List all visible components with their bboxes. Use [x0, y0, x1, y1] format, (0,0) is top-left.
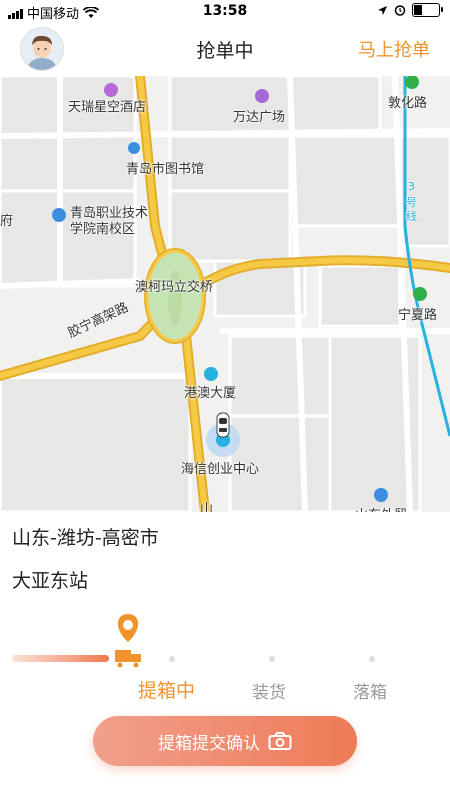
map-canvas — [0, 76, 450, 512]
map-label: 宁夏路 — [398, 308, 438, 323]
location-pin-icon — [117, 614, 139, 642]
progress-dot — [369, 656, 375, 662]
map-label: 府 — [0, 214, 14, 229]
alarm-icon — [394, 5, 406, 16]
grab-order-button[interactable]: 马上抢单 — [358, 36, 430, 62]
school-poi-icon — [52, 208, 66, 222]
nav-bar: 抢单中 马上抢单 — [0, 22, 450, 76]
location-arrow-icon — [378, 5, 387, 15]
library-poi-icon — [128, 142, 140, 154]
map-label: 山 — [200, 502, 214, 512]
mall-poi-icon — [255, 89, 269, 103]
building-poi-icon — [204, 367, 218, 381]
step-drop: 落箱 — [353, 683, 387, 703]
order-progress: 提箱中 装货 落箱 — [0, 610, 450, 703]
map-label: 万达广场 — [233, 110, 286, 125]
map-label: 3 — [408, 180, 415, 193]
metro-station-icon-2 — [413, 287, 427, 301]
battery-icon — [412, 3, 443, 17]
map-label: 线 — [406, 210, 417, 223]
step-loading: 装货 — [252, 683, 286, 703]
map-label: 山东外贸 — [355, 504, 407, 512]
map-label: 海信创业中心 — [181, 462, 260, 477]
truck-icon — [115, 650, 141, 668]
map-label: 青岛市图书馆 — [126, 162, 205, 177]
hotel-poi-icon — [104, 83, 118, 97]
map-label: 天瑞星空酒店 — [68, 100, 147, 115]
map-label: 澳柯玛立交桥 — [135, 280, 214, 295]
map-view[interactable]: 天瑞星空酒店 万达广场 敦化路 青岛市图书馆 青岛职业技术 学院南校区 澳柯玛立… — [0, 76, 450, 512]
submit-pickup-button[interactable]: 提箱提交确认 — [93, 716, 357, 766]
progress-dot — [169, 656, 175, 662]
step-pickup: 提箱中 — [138, 680, 196, 702]
map-label: 学院南校区 — [70, 222, 136, 237]
status-bar: 中国移动 13:58 — [0, 0, 450, 22]
progress-fill — [12, 655, 109, 662]
station-text: 大亚东站 — [12, 570, 89, 592]
camera-icon — [268, 732, 292, 750]
progress-dot — [269, 656, 275, 662]
education-poi-icon — [374, 488, 388, 502]
region-text: 山东-潍坊-高密市 — [12, 527, 159, 549]
car-icon — [216, 412, 230, 438]
submit-pickup-label: 提箱提交确认 — [158, 733, 260, 754]
map-label: 敦化路 — [388, 96, 428, 111]
map-label: 港澳大厦 — [184, 386, 237, 401]
